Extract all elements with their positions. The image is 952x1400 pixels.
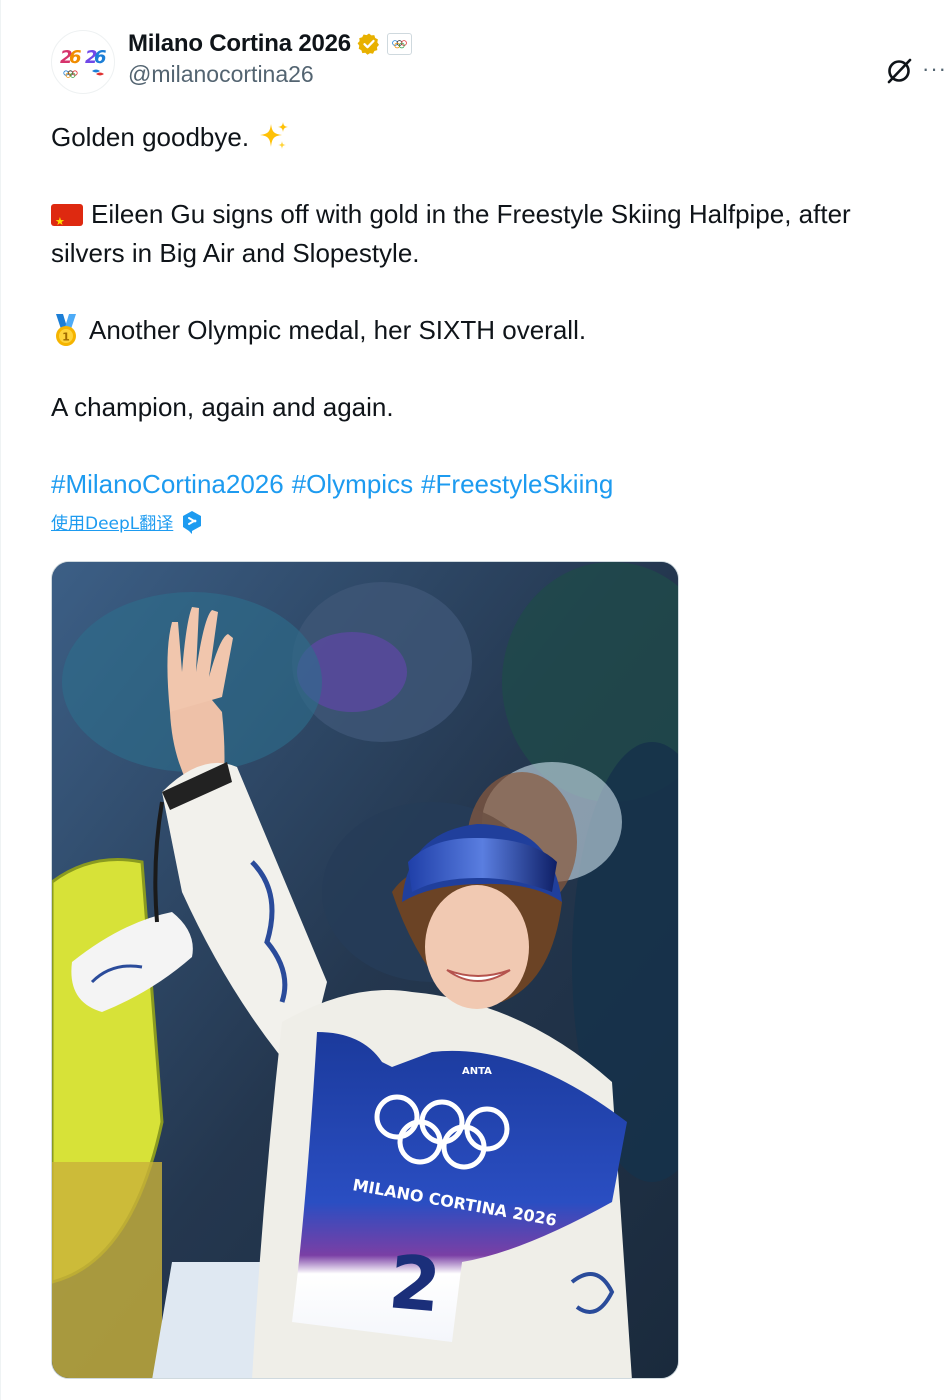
tweet-header: 2 6 2 6 Milano Cortina 2026 @milanocorti… <box>51 26 952 96</box>
tweet-line-text: Another Olympic medal, her SIXTH overall… <box>89 315 587 345</box>
translate-label[interactable]: 使用DeepL翻译 <box>51 509 173 534</box>
hashtag-link[interactable]: #Olympics <box>292 469 413 499</box>
china-flag-icon <box>51 202 83 241</box>
account-handle[interactable]: @milanocortina26 <box>128 61 412 88</box>
account-names: Milano Cortina 2026 @milanocortina26 <box>128 28 412 88</box>
hashtag-row: #MilanoCortina2026 #Olympics #FreestyleSki… <box>51 465 931 504</box>
grok-icon[interactable] <box>884 56 914 86</box>
tweet-line: Eileen Gu signs off with gold in the Fre… <box>51 195 931 273</box>
display-name[interactable]: Milano Cortina 2026 <box>128 30 351 58</box>
verified-badge-icon[interactable] <box>357 32 381 56</box>
tweet-line: Golden goodbye. <box>51 118 931 157</box>
sparkles-icon <box>260 122 289 149</box>
athlete-photo: MILANO CORTINA 2026 2 ANTA <box>52 562 678 1378</box>
hashtag-link[interactable]: #MilanoCortina2026 <box>51 469 284 499</box>
translate-link[interactable]: 使用DeepL翻译 <box>51 509 203 534</box>
svg-text:6: 6 <box>94 47 107 68</box>
svg-text:1: 1 <box>62 331 70 344</box>
brand-text: ANTA <box>462 1066 492 1077</box>
tweet-line-text: Eileen Gu signs off with gold in the Fre… <box>51 199 851 268</box>
tweet-photo[interactable]: MILANO CORTINA 2026 2 ANTA <box>51 561 679 1379</box>
bib-number: 2 <box>385 1239 444 1329</box>
tweet-line-text: A champion, again and again. <box>51 392 394 422</box>
milano-cortina-logo-icon: 2 6 2 6 <box>60 47 107 78</box>
affiliate-badge-icon[interactable] <box>386 33 412 55</box>
tweet-card: 2 6 2 6 Milano Cortina 2026 @milanocorti… <box>0 0 952 1400</box>
more-icon[interactable]: ··· <box>922 54 950 84</box>
tweet-text: Golden goodbye. Eileen Gu signs off with… <box>51 118 931 542</box>
avatar[interactable]: 2 6 2 6 <box>51 30 115 94</box>
svg-text:6: 6 <box>69 47 82 68</box>
tweet-line: 1 Another Olympic medal, her SIXTH overa… <box>51 311 931 350</box>
tweet-line: A champion, again and again. <box>51 388 931 427</box>
gold-medal-icon: 1 <box>56 314 76 346</box>
deepl-icon <box>183 510 202 534</box>
hashtag-link[interactable]: #FreestyleSkiing <box>421 469 613 499</box>
tweet-line-text: Golden goodbye. <box>51 122 250 152</box>
